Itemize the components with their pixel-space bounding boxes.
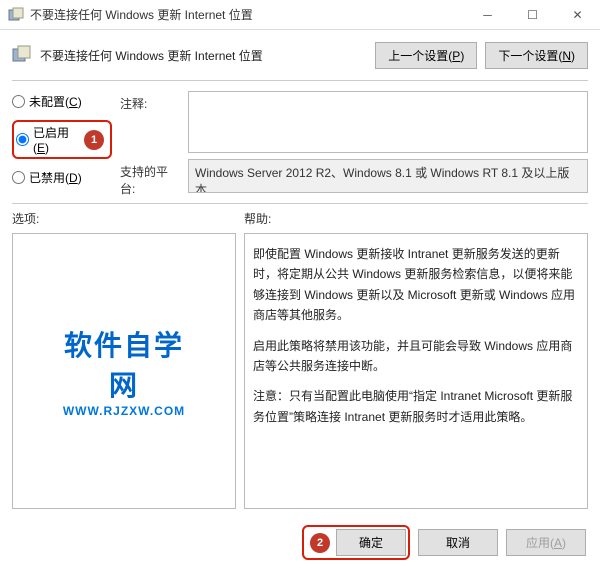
supported-platform-box: Windows Server 2012 R2、Windows 8.1 或 Win… xyxy=(188,159,588,193)
annotation-1: 已启用(E) 1 xyxy=(12,120,112,159)
radio-enabled[interactable]: 已启用(E) xyxy=(16,124,78,155)
radio-not-configured[interactable]: 未配置(C) xyxy=(12,93,112,110)
help-paragraph: 启用此策略将禁用该功能，并且可能会导致 Windows 应用商店等公共服务连接中… xyxy=(253,336,579,377)
platform-label: 支持的平台: xyxy=(120,159,182,197)
gpo-icon xyxy=(8,7,24,23)
help-paragraph: 注意：只有当配置此电脑使用“指定 Intranet Microsoft 更新服务… xyxy=(253,386,579,427)
watermark-text: 软件自学网 xyxy=(63,324,185,404)
help-paragraph: 即使配置 Windows 更新接收 Intranet 更新服务发送的更新时，将定… xyxy=(253,244,579,326)
options-panel: 软件自学网 WWW.RJZXW.COM xyxy=(12,233,236,509)
panels: 软件自学网 WWW.RJZXW.COM 即使配置 Windows 更新接收 In… xyxy=(0,229,600,517)
maximize-button[interactable]: ☐ xyxy=(510,0,555,30)
window-title: 不要连接任何 Windows 更新 Internet 位置 xyxy=(30,6,465,23)
prev-setting-button[interactable]: 上一个设置(P) xyxy=(375,42,477,69)
comment-textarea[interactable] xyxy=(188,91,588,153)
state-radio-group: 未配置(C) 已启用(E) 1 已禁用(D) xyxy=(12,91,112,197)
help-panel[interactable]: 即使配置 Windows 更新接收 Intranet 更新服务发送的更新时，将定… xyxy=(244,233,588,509)
close-button[interactable]: ✕ xyxy=(555,0,600,30)
annotation-badge-2: 2 xyxy=(310,533,330,553)
minimize-button[interactable]: ─ xyxy=(465,0,510,30)
dialog-footer: 2 确定 取消 应用(A) xyxy=(0,517,600,568)
help-label: 帮助: xyxy=(244,210,271,227)
window-controls: ─ ☐ ✕ xyxy=(465,0,600,30)
ok-button[interactable]: 确定 xyxy=(336,529,406,556)
options-label: 选项: xyxy=(12,210,244,227)
config-area: 未配置(C) 已启用(E) 1 已禁用(D) 注释: 支持的平台: Window… xyxy=(0,81,600,203)
radio-disabled[interactable]: 已禁用(D) xyxy=(12,169,112,186)
next-setting-button[interactable]: 下一个设置(N) xyxy=(485,42,588,69)
titlebar: 不要连接任何 Windows 更新 Internet 位置 ─ ☐ ✕ xyxy=(0,0,600,30)
radio-disabled-input[interactable] xyxy=(12,171,25,184)
comment-label: 注释: xyxy=(120,91,182,153)
annotation-badge-1: 1 xyxy=(84,130,104,150)
gpo-icon xyxy=(12,45,32,65)
radio-not-configured-input[interactable] xyxy=(12,95,25,108)
radio-enabled-input[interactable] xyxy=(16,133,29,146)
policy-header: 不要连接任何 Windows 更新 Internet 位置 上一个设置(P) 下… xyxy=(0,30,600,80)
panel-labels: 选项: 帮助: xyxy=(0,204,600,229)
watermark-url: WWW.RJZXW.COM xyxy=(63,404,185,418)
apply-button[interactable]: 应用(A) xyxy=(506,529,586,556)
cancel-button[interactable]: 取消 xyxy=(418,529,498,556)
watermark: 软件自学网 WWW.RJZXW.COM xyxy=(63,324,185,418)
annotation-2: 2 确定 xyxy=(302,525,410,560)
policy-title: 不要连接任何 Windows 更新 Internet 位置 xyxy=(40,47,375,64)
